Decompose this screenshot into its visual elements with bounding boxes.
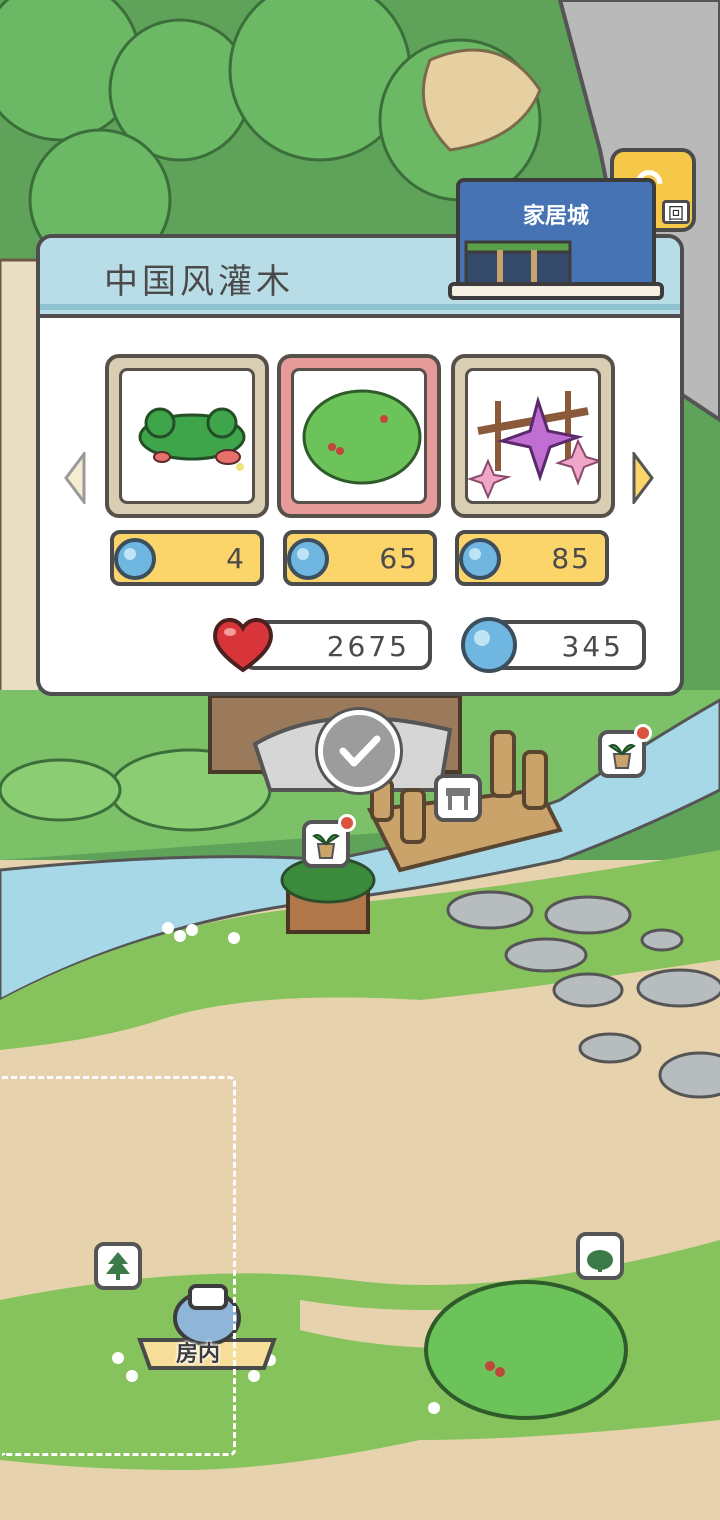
category-title: 中国风灌木 xyxy=(104,262,294,302)
potted-plant-icon xyxy=(312,834,340,859)
price-value: 4 xyxy=(226,542,246,575)
item-card-image xyxy=(291,368,427,504)
price-tag: 4 xyxy=(110,530,264,586)
clover-icon xyxy=(287,538,329,580)
clover-icon xyxy=(459,538,501,580)
next-arrow-icon[interactable] xyxy=(630,452,656,504)
price-value: 65 xyxy=(379,542,419,575)
hearts-value: 2675 xyxy=(326,630,410,663)
back-label: 回 xyxy=(662,200,690,224)
plant-slot-marker[interactable] xyxy=(302,814,356,868)
price-value: 85 xyxy=(551,542,591,575)
sign-board xyxy=(456,178,656,290)
potted-plant-icon xyxy=(608,744,636,769)
item-card-lily-trellis[interactable] xyxy=(451,354,615,518)
item-card-image xyxy=(465,368,601,504)
placement-zone[interactable] xyxy=(2,1076,236,1456)
bush-slot-marker[interactable] xyxy=(576,1232,624,1280)
price-tag: 65 xyxy=(283,530,437,586)
header-stripe xyxy=(40,304,680,310)
heart-icon xyxy=(213,618,273,673)
item-card-cherry-bush[interactable] xyxy=(277,354,441,518)
sign-base xyxy=(448,282,664,300)
lily-trellis-icon xyxy=(468,391,598,500)
store-name: 家居城 xyxy=(522,204,589,229)
cherry-bush-icon xyxy=(302,389,422,485)
game-stage: ↶ 回 中国风灌木 家居城 xyxy=(0,0,720,1520)
notification-dot xyxy=(338,814,356,832)
item-card-shrub-with-mushrooms[interactable] xyxy=(105,354,269,518)
clovers-value: 345 xyxy=(561,630,624,663)
clover-icon xyxy=(114,538,156,580)
table-icon xyxy=(446,788,470,810)
price-tag: 85 xyxy=(455,530,609,586)
clover-icon xyxy=(461,617,517,673)
plant-slot-marker[interactable] xyxy=(598,724,652,778)
prev-arrow-icon[interactable] xyxy=(62,452,88,504)
notification-dot xyxy=(634,724,652,742)
table-slot-marker[interactable] xyxy=(434,774,482,822)
mushroom-shrub-icon xyxy=(138,407,246,471)
confirm-button[interactable] xyxy=(318,710,400,792)
bush-icon xyxy=(587,1250,613,1272)
item-card-image xyxy=(119,368,255,504)
checkmark-icon xyxy=(339,735,381,767)
store-sign: 家居城 xyxy=(448,178,664,302)
